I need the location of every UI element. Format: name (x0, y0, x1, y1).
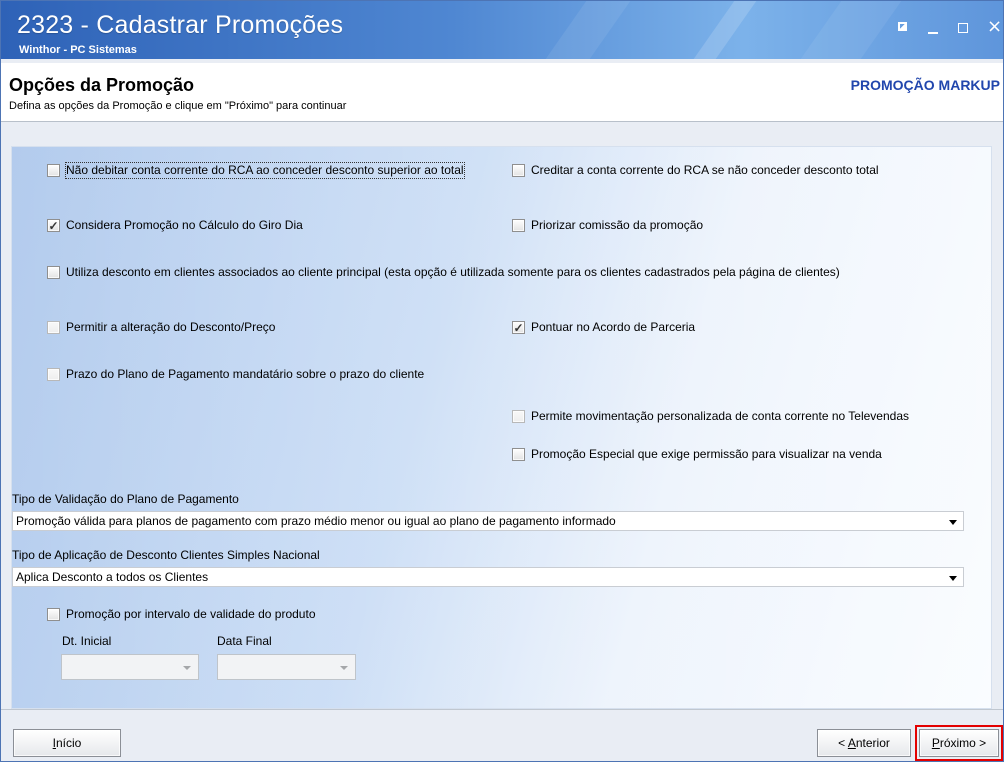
option-label: Permite movimentação personalizada de co… (531, 409, 909, 423)
option-checkbox (47, 368, 60, 381)
page-title: Opções da Promoção (9, 75, 195, 95)
option-label: Prazo do Plano de Pagamento mandatário s… (66, 367, 425, 381)
chevron-down-icon (949, 520, 957, 525)
option-checkbox (512, 410, 525, 423)
title-bar-highlight (796, 1, 906, 59)
end-date-field[interactable] (217, 654, 356, 680)
option-utiliza-desconto-clientes-associados[interactable]: Utiliza desconto em clientes associados … (47, 265, 840, 280)
option-creditar-conta[interactable]: Creditar a conta corrente do RCA se não … (512, 163, 879, 178)
promotion-options-panel: Não debitar conta corrente do RCA ao con… (11, 146, 992, 709)
option-checkbox[interactable]: ✓ (47, 219, 60, 232)
option-label: Creditar a conta corrente do RCA se não … (531, 163, 879, 177)
validation-type-value: Promoção válida para planos de pagamento… (16, 514, 616, 528)
option-prazo-mandatario: Prazo do Plano de Pagamento mandatário s… (47, 367, 424, 382)
promotion-wizard-window: 2323 - Cadastrar Promoções Winthor - PC … (0, 0, 1004, 762)
option-label: Promoção Especial que exige permissão pa… (531, 447, 882, 461)
validation-type-label: Tipo de Validação do Plano de Pagamento (12, 492, 239, 506)
maximize-button[interactable] (956, 20, 972, 36)
next-button-label-rest: róximo > (939, 736, 987, 750)
option-checkbox[interactable]: ✓ (512, 321, 525, 334)
option-label: Priorizar comissão da promoção (531, 218, 704, 232)
option-checkbox[interactable] (512, 164, 525, 177)
chevron-down-icon (340, 666, 348, 670)
option-checkbox[interactable] (47, 266, 60, 279)
window-title-bar: 2323 - Cadastrar Promoções Winthor - PC … (1, 1, 1003, 59)
discount-application-value: Aplica Desconto a todos os Clientes (16, 570, 209, 584)
maximize-icon (958, 23, 968, 33)
minimize-button[interactable] (926, 20, 942, 36)
window-controls: × (896, 16, 1003, 37)
option-label: Utiliza desconto em clientes associados … (66, 265, 840, 279)
start-button[interactable]: Início (13, 729, 121, 757)
restore-button[interactable] (896, 20, 912, 36)
option-promocao-especial[interactable]: Promoção Especial que exige permissão pa… (512, 447, 882, 462)
discount-application-label: Tipo de Aplicação de Desconto Clientes S… (12, 548, 320, 562)
close-button[interactable]: × (986, 16, 1003, 37)
minimize-icon (928, 32, 938, 34)
end-date-label: Data Final (217, 634, 272, 648)
chevron-down-icon (183, 666, 191, 670)
restore-icon (898, 22, 907, 31)
option-checkbox[interactable] (512, 448, 525, 461)
option-label: Considera Promoção no Cálculo do Giro Di… (66, 218, 303, 232)
chevron-down-icon (949, 576, 957, 581)
start-date-field[interactable] (61, 654, 199, 680)
title-bar-highlight (689, 1, 761, 59)
previous-button-mnemonic: A (847, 736, 856, 750)
option-label: Não debitar conta corrente do RCA ao con… (65, 162, 465, 179)
product-validity-label: Promoção por intervalo de validade do pr… (66, 607, 316, 621)
page-description: Defina as opções da Promoção e clique em… (9, 100, 347, 112)
option-nao-debitar-conta[interactable]: Não debitar conta corrente do RCA ao con… (47, 162, 465, 179)
option-checkbox (47, 321, 60, 334)
product-validity-option[interactable]: Promoção por intervalo de validade do pr… (47, 607, 316, 622)
start-date-label: Dt. Inicial (62, 634, 112, 648)
previous-button-prefix: < (838, 736, 848, 750)
option-movimentacao-televendas: Permite movimentação personalizada de co… (512, 409, 909, 424)
start-button-label-rest: nício (55, 736, 82, 750)
option-checkbox[interactable] (512, 219, 525, 232)
option-permitir-alteracao: Permitir a alteração do Desconto/Preço (47, 320, 275, 335)
option-pontuar-acordo[interactable]: ✓ Pontuar no Acordo de Parceria (512, 320, 695, 335)
close-icon: × (987, 16, 1003, 37)
footer-divider (1, 709, 1003, 710)
next-button[interactable]: Próximo > (915, 725, 1003, 761)
previous-button-label-rest: nterior (855, 736, 890, 750)
option-label: Permitir a alteração do Desconto/Preço (66, 320, 276, 334)
window-title: 2323 - Cadastrar Promoções (17, 11, 344, 39)
promotion-type-label: PROMOÇÃO MARKUP (850, 77, 1000, 93)
title-bar-highlight (541, 1, 635, 59)
discount-application-select[interactable]: Aplica Desconto a todos os Clientes (12, 567, 964, 587)
product-validity-checkbox[interactable] (47, 608, 60, 621)
option-label: Pontuar no Acordo de Parceria (531, 320, 696, 334)
previous-button[interactable]: < Anterior (817, 729, 911, 757)
validation-type-select[interactable]: Promoção válida para planos de pagamento… (12, 511, 964, 531)
option-checkbox[interactable] (47, 164, 60, 177)
window-subtitle: Winthor - PC Sistemas (19, 44, 137, 56)
page-header: Opções da Promoção Defina as opções da P… (1, 63, 1003, 122)
option-priorizar-comissao[interactable]: Priorizar comissão da promoção (512, 218, 703, 233)
option-considera-giro-dia[interactable]: ✓ Considera Promoção no Cálculo do Giro … (47, 218, 303, 233)
next-button-mnemonic: P (931, 736, 940, 750)
